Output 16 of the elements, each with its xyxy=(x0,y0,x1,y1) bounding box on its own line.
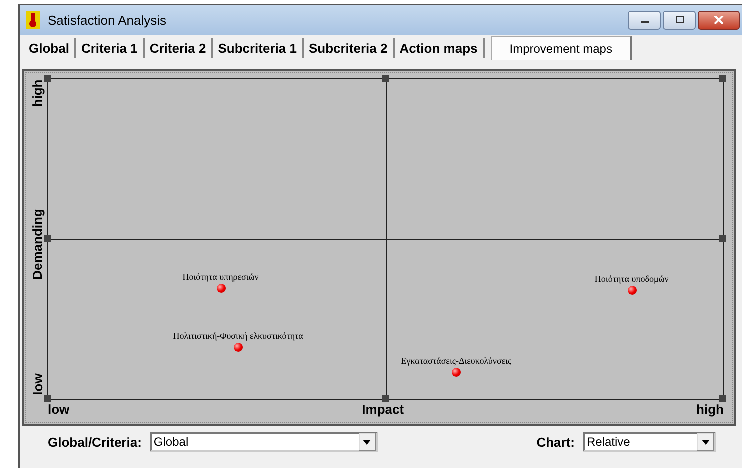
axis-label: low xyxy=(48,402,70,417)
point-label: Ποιότητα υπηρεσιών xyxy=(182,272,259,282)
field-label: Global/Criteria: xyxy=(48,434,142,450)
field-label: Chart: xyxy=(536,434,575,450)
tab[interactable]: Improvement maps xyxy=(490,36,632,60)
axis-label: high xyxy=(30,80,45,108)
point-label: Εγκαταστάσεις-Διευκολύνσεις xyxy=(401,356,512,366)
dropdown[interactable]: Relative xyxy=(583,432,716,452)
axis-title: Demanding xyxy=(30,208,45,280)
dropdown[interactable]: Global xyxy=(150,432,378,452)
axis-title: Impact xyxy=(362,402,404,417)
point-label: Ποιότητα υποδομών xyxy=(594,274,669,284)
point-label: Πολιτιστική-Φυσική ελκυστικότητα xyxy=(173,330,304,341)
axis-label: low xyxy=(30,374,45,396)
axis-label: high xyxy=(696,402,724,417)
window-title: Satisfaction Analysis xyxy=(48,12,167,28)
